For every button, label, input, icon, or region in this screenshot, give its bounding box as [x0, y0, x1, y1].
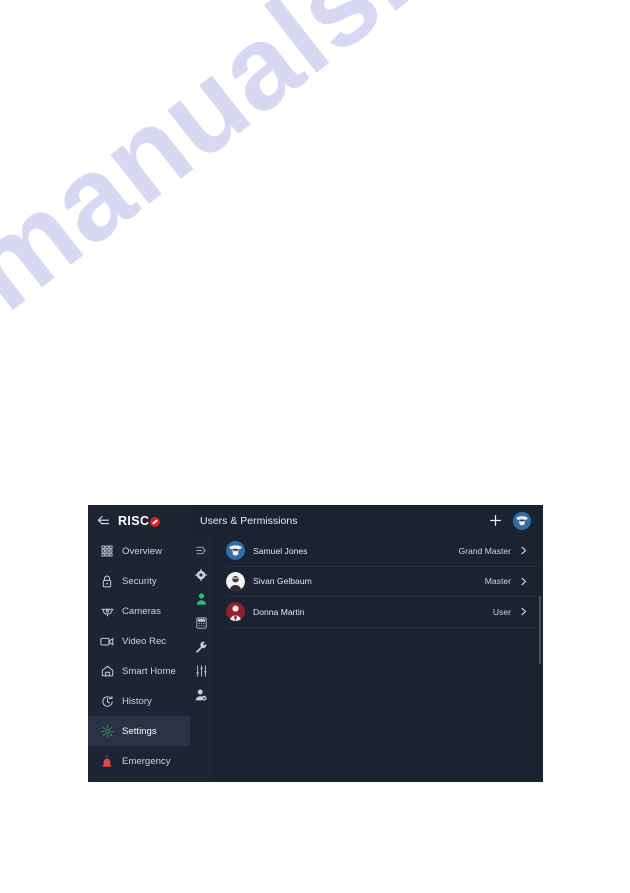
person-badge-icon[interactable] — [195, 688, 208, 701]
risco-logo: RISC — [118, 513, 161, 528]
add-user-button[interactable] — [487, 513, 503, 529]
avatar — [226, 571, 245, 591]
sidebar-item-emergency[interactable]: Emergency — [88, 746, 190, 776]
risco-logo-mark — [150, 516, 161, 527]
video-camera-icon — [100, 634, 114, 648]
sidebar-item-label: History — [122, 695, 152, 707]
user-role: Grand Master — [458, 545, 511, 556]
collapse-left-icon[interactable] — [96, 515, 110, 527]
chevron-right-icon[interactable] — [519, 546, 529, 556]
wrench-icon[interactable] — [195, 640, 208, 653]
users-list: Samuel Jones Grand Master Sivan Gelbaum … — [212, 536, 543, 782]
user-role: Master — [484, 576, 511, 587]
sidebar-item-cameras[interactable]: Cameras — [88, 596, 190, 626]
gear-icon — [100, 724, 114, 738]
avatar — [226, 602, 245, 622]
sidebar-item-smart-home[interactable]: Smart Home — [88, 656, 190, 686]
table-row[interactable]: Donna Martin User — [226, 597, 539, 628]
dome-camera-icon — [100, 604, 114, 618]
sidebar: RISC Overview Security Cameras Video Rec… — [88, 505, 190, 782]
grid-icon — [100, 544, 114, 558]
sidebar-item-label: Emergency — [122, 755, 171, 767]
sidebar-header: RISC — [88, 505, 190, 536]
chevron-right-icon[interactable] — [519, 576, 529, 586]
table-row[interactable]: Samuel Jones Grand Master — [226, 536, 539, 567]
gear-icon[interactable] — [195, 568, 208, 581]
brand-name: RISC — [118, 513, 150, 528]
vertical-scrollbar[interactable] — [538, 596, 541, 664]
clock-icon — [100, 694, 114, 708]
sidebar-item-label: Smart Home — [122, 665, 176, 677]
chevron-right-icon[interactable] — [519, 607, 529, 617]
watermark-text: manualshive.com — [0, 0, 630, 337]
user-role: User — [492, 606, 511, 617]
settings-icon-rail — [190, 536, 212, 782]
user-name: Sivan Gelbaum — [253, 576, 312, 587]
person-icon[interactable] — [195, 592, 208, 605]
sidebar-item-security[interactable]: Security — [88, 566, 190, 596]
sidebar-item-history[interactable]: History — [88, 686, 190, 716]
sidebar-item-label: Cameras — [122, 605, 161, 617]
sidebar-item-settings[interactable]: Settings — [88, 716, 190, 746]
sidebar-item-label: Security — [122, 575, 157, 587]
page-title: Users & Permissions — [200, 514, 298, 527]
content-lower: Samuel Jones Grand Master Sivan Gelbaum … — [190, 536, 543, 782]
account-avatar[interactable] — [513, 511, 531, 530]
sidebar-item-overview[interactable]: Overview — [88, 536, 190, 566]
home-icon — [100, 664, 114, 678]
main-content: Users & Permissions Samuel Jones Grand M… — [190, 505, 543, 782]
sliders-icon[interactable] — [195, 664, 208, 677]
list-arrow-icon[interactable] — [195, 544, 208, 557]
page-header: Users & Permissions — [190, 505, 543, 536]
sidebar-item-label: Overview — [122, 545, 162, 557]
siren-icon — [100, 754, 114, 768]
table-row[interactable]: Sivan Gelbaum Master — [226, 567, 539, 597]
user-name: Donna Martin — [253, 606, 305, 617]
sidebar-item-label: Video Rec — [122, 635, 167, 647]
sidebar-nav-list: Overview Security Cameras Video Rec Smar… — [88, 536, 190, 782]
sidebar-item-label: Settings — [122, 725, 157, 737]
keypad-icon[interactable] — [195, 616, 208, 629]
user-name: Samuel Jones — [253, 545, 308, 556]
sidebar-item-video-rec[interactable]: Video Rec — [88, 626, 190, 656]
avatar — [226, 541, 245, 561]
app-screenshot-panel: RISC Overview Security Cameras Video Rec… — [88, 505, 543, 782]
lock-icon — [100, 574, 114, 588]
